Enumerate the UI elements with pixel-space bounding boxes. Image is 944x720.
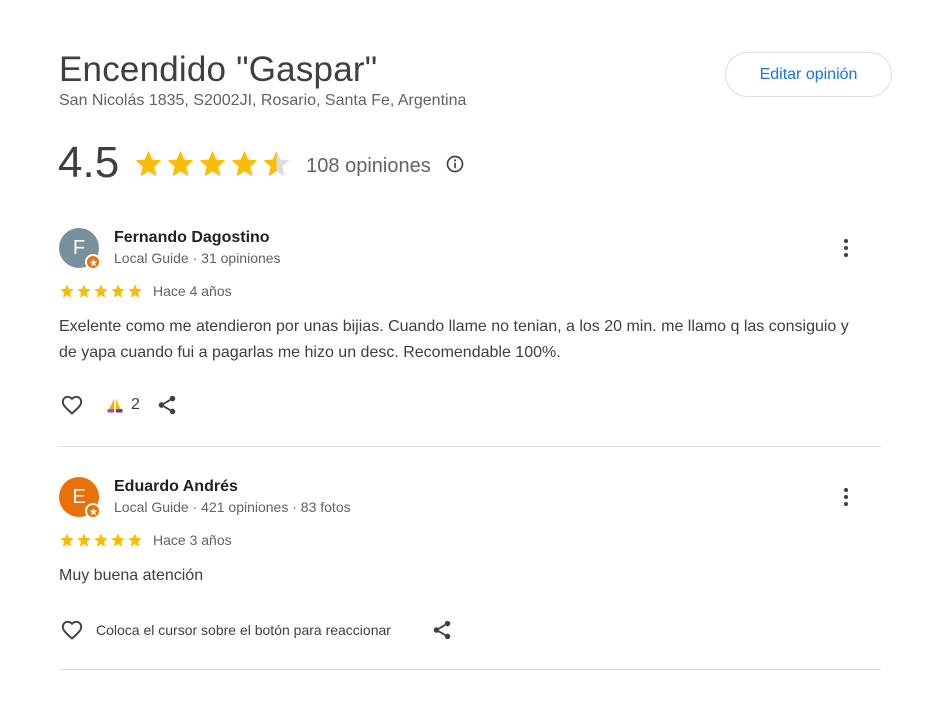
review-stars [59,283,143,299]
rating-value: 4.5 [58,138,120,187]
heart-icon[interactable] [59,618,85,642]
share-icon[interactable] [156,394,178,416]
star-icon [128,284,142,298]
more-options-button[interactable] [836,483,856,511]
star-icon [128,533,142,547]
review-stars-row: Hace 3 años [59,532,232,548]
rating-stars [133,148,292,179]
review-actions: 2 [59,393,178,417]
info-icon[interactable] [445,154,465,174]
avatar-letter: E [72,485,86,508]
reaction-button[interactable]: 2 [105,395,140,415]
reaction-count: 2 [131,396,140,413]
review-text: Exelente como me atendieron por unas bij… [59,318,849,361]
page-title: Encendido "Gaspar" [59,50,378,89]
rating-summary: 4.5 108 opiniones [58,138,465,188]
star-icon [77,284,91,298]
star-icon [231,150,258,176]
more-vert-icon [844,488,848,492]
divider [59,446,881,447]
avatar-letter: F [72,236,86,259]
reviewer-name[interactable]: Fernando Dagostino [114,229,270,247]
star-icon [60,533,74,547]
star-icon [135,150,162,176]
review-date: Hace 3 años [153,532,232,548]
star-icon [60,284,74,298]
star-icon [94,533,108,547]
star-icon [199,150,226,176]
avatar[interactable]: F [59,228,101,270]
place-address: San Nicolás 1835, S2002JI, Rosario, Sant… [59,92,467,109]
star-icon [94,284,108,298]
star-icon [111,533,125,547]
star-icon [167,150,194,176]
divider [59,669,881,670]
reviewer-name[interactable]: Eduardo Andrés [114,478,238,496]
reviewer-meta: Local Guide · 31 opiniones [114,250,281,266]
star-icon [111,284,125,298]
star-icon [263,150,290,176]
share-icon[interactable] [431,619,453,641]
star-icon [77,533,91,547]
more-vert-icon [844,239,848,243]
reaction-hint: Coloca el cursor sobre el botón para rea… [96,622,391,638]
edit-review-button[interactable]: Editar opinión [725,52,892,97]
praying-hands-icon [107,398,123,413]
heart-icon[interactable] [59,393,85,417]
review-date: Hace 4 años [153,283,232,299]
reviewer-meta: Local Guide · 421 opiniones · 83 fotos [114,499,351,515]
review-count[interactable]: 108 opiniones [306,155,431,178]
local-guide-badge-icon [85,254,101,270]
review-stars-row: Hace 4 años [59,283,232,299]
avatar[interactable]: E [59,477,101,519]
review-stars [59,532,143,548]
review-actions: Coloca el cursor sobre el botón para rea… [59,618,453,642]
more-options-button[interactable] [836,234,856,262]
review-text: Muy buena atención [59,567,204,584]
local-guide-badge-icon [85,503,101,519]
